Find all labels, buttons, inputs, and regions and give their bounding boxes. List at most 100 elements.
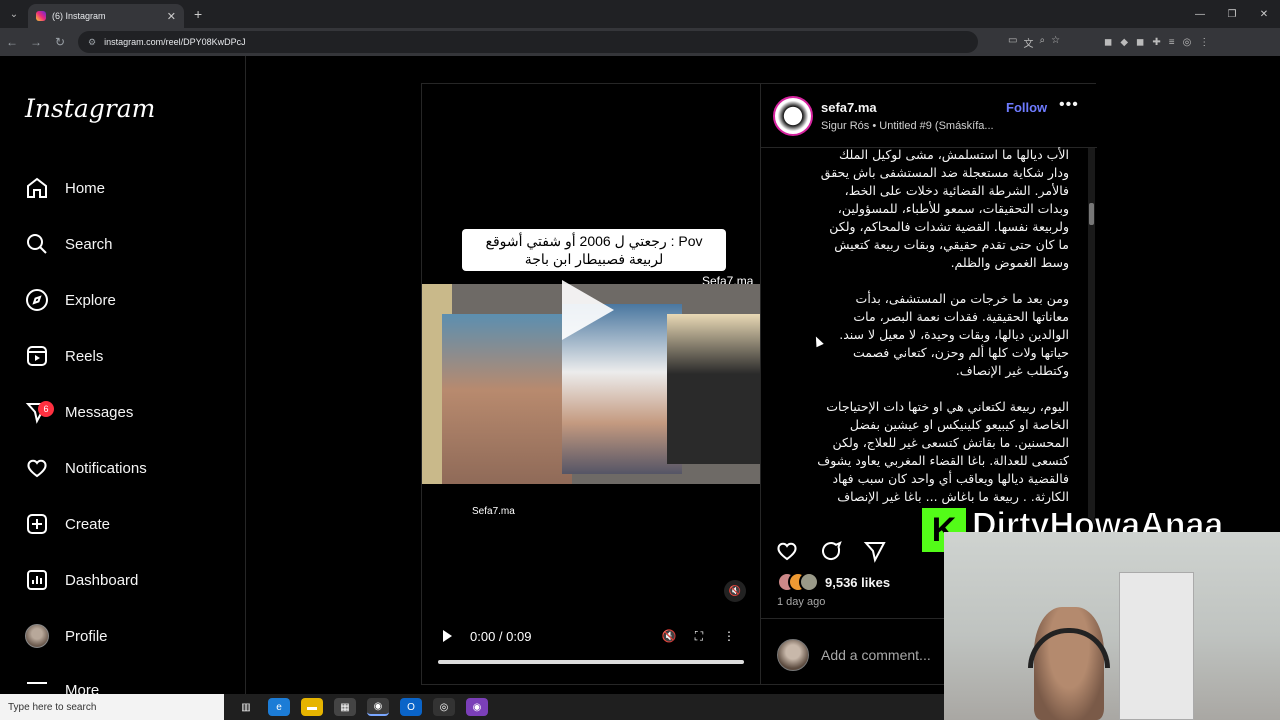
- scrollbar-thumb[interactable]: [1089, 203, 1094, 225]
- instagram-favicon-icon: [36, 11, 46, 21]
- browser-tab[interactable]: (6) Instagram ✕: [28, 4, 184, 28]
- plus-square-icon: [24, 511, 50, 537]
- follow-button[interactable]: Follow: [1006, 100, 1047, 115]
- overlay-line: لربيعة فصبيطار ابن باجة: [524, 251, 664, 267]
- post-actions: [775, 539, 887, 568]
- caption-scrollbar[interactable]: [1088, 148, 1095, 524]
- file-explorer-icon[interactable]: ▬: [301, 698, 323, 716]
- author-avatar[interactable]: [773, 96, 813, 136]
- browser-toolbar: ← → ↻ ⚙ instagram.com/reel/DPY08KwDPcJ ▭…: [0, 28, 1280, 56]
- reload-icon[interactable]: ↻: [48, 35, 72, 49]
- likes-summary[interactable]: 9,536 likes: [777, 572, 890, 592]
- tab-title: (6) Instagram: [52, 11, 106, 21]
- messages-badge: 6: [38, 401, 54, 417]
- site-info-icon[interactable]: ⚙: [88, 37, 96, 48]
- profile-icon[interactable]: ◎: [1183, 37, 1192, 48]
- edge-icon[interactable]: e: [268, 698, 290, 716]
- reading-list-icon[interactable]: ≡: [1169, 37, 1175, 48]
- caption-paragraph: ومن بعد ما خرجات من المستشفى، بدأت معانا…: [839, 291, 1069, 378]
- browser-tab-bar: ⌄ (6) Instagram ✕ + — ❐ ✕: [0, 0, 1280, 28]
- photo: [667, 314, 760, 464]
- nav-notifications[interactable]: Notifications: [24, 448, 147, 488]
- messenger-icon: 6: [24, 399, 54, 425]
- nav-label: Home: [65, 179, 106, 197]
- likes-count: 9,536 likes: [825, 574, 891, 590]
- comment-input[interactable]: Add a comment...: [821, 647, 931, 663]
- forward-icon[interactable]: →: [24, 35, 48, 49]
- audio-track[interactable]: Sigur Rós • Untitled #9 (Smáskífa...: [821, 120, 994, 132]
- minimize-icon[interactable]: —: [1184, 0, 1216, 28]
- compass-icon: [24, 287, 50, 313]
- overlay-line: رجعتي ل 2006 أو شفتي أشوقع : Pov: [485, 233, 703, 249]
- taskbar-search-text: Type here to search: [8, 701, 97, 713]
- nav-reels[interactable]: Reels: [24, 336, 103, 376]
- restore-icon[interactable]: ❐: [1216, 0, 1248, 28]
- back-icon[interactable]: ←: [0, 35, 24, 49]
- menu-dots-icon[interactable]: ⋮: [1199, 37, 1209, 48]
- extensions-puzzle-icon[interactable]: ✚: [1152, 37, 1160, 48]
- author-username[interactable]: sefa7.ma: [821, 100, 877, 115]
- extension-icon[interactable]: ◼: [1104, 37, 1112, 48]
- windows-taskbar: Type here to search ▥ e ▬ ▦ ◉ O ◎ ◉: [0, 694, 944, 720]
- nav-dashboard[interactable]: Dashboard: [24, 560, 138, 600]
- close-window-icon[interactable]: ✕: [1248, 0, 1280, 28]
- outlook-icon[interactable]: O: [400, 698, 422, 716]
- tab-search-icon[interactable]: ⌄: [0, 0, 28, 28]
- store-icon[interactable]: ▦: [334, 698, 356, 716]
- play-icon[interactable]: [443, 630, 452, 642]
- url-text: instagram.com/reel/DPY08KwDPcJ: [104, 37, 246, 47]
- app-icon[interactable]: ◉: [466, 698, 488, 716]
- obs-icon[interactable]: ◎: [433, 698, 455, 716]
- nav-label: Profile: [65, 627, 108, 645]
- share-icon[interactable]: [863, 539, 887, 568]
- nav-label: Search: [65, 235, 113, 253]
- nav-home[interactable]: Home: [24, 168, 105, 208]
- task-view-icon[interactable]: ▥: [235, 698, 257, 716]
- nav-search[interactable]: Search: [24, 224, 113, 264]
- zoom-icon[interactable]: ⌕: [1039, 35, 1045, 50]
- post-header: sefa7.ma Follow ••• Sigur Rós • Untitled…: [761, 84, 1097, 148]
- like-heart-icon[interactable]: [775, 539, 799, 568]
- video-player[interactable]: رجعتي ل 2006 أو شفتي أشوقع : Pov لربيعة …: [422, 84, 760, 684]
- install-icon[interactable]: ▭: [1008, 35, 1017, 50]
- fullscreen-icon[interactable]: ⛶: [684, 629, 714, 644]
- chart-icon: [24, 567, 50, 593]
- muted-icon[interactable]: 🔇: [724, 580, 746, 602]
- address-bar[interactable]: ⚙ instagram.com/reel/DPY08KwDPcJ: [78, 31, 978, 53]
- mute-toggle-icon[interactable]: 🔇: [654, 629, 684, 643]
- reels-icon: [24, 343, 50, 369]
- comment-icon[interactable]: [819, 539, 843, 568]
- nav-label: Create: [65, 515, 111, 533]
- more-options-icon[interactable]: •••: [1059, 96, 1079, 114]
- chrome-icon[interactable]: ◉: [367, 698, 389, 716]
- translate-icon[interactable]: 文: [1023, 35, 1033, 50]
- nav-label: Notifications: [65, 459, 147, 477]
- nav-profile[interactable]: Profile: [24, 616, 108, 656]
- nav-messages[interactable]: 6 Messages: [24, 392, 133, 432]
- video-time: 0:00 / 0:09: [470, 628, 532, 644]
- play-overlay-icon[interactable]: [562, 280, 614, 340]
- photo: [442, 314, 572, 484]
- bookmark-star-icon[interactable]: ☆: [1051, 35, 1060, 50]
- extension-icon[interactable]: ◆: [1120, 37, 1128, 48]
- liker-avatars: [777, 572, 819, 592]
- video-controls: 0:00 / 0:09 🔇 ⛶ ⋮: [438, 624, 744, 648]
- taskbar-search[interactable]: Type here to search: [0, 694, 224, 720]
- more-menu-icon[interactable]: [27, 682, 47, 694]
- instagram-logo[interactable]: Instagram: [25, 94, 155, 123]
- post-timestamp: 1 day ago: [777, 596, 826, 608]
- search-icon: [24, 231, 50, 257]
- nav-label: Explore: [65, 291, 116, 309]
- nav-create[interactable]: Create: [24, 504, 110, 544]
- avatar: [777, 639, 809, 671]
- extension-icon[interactable]: ◼: [1136, 37, 1144, 48]
- new-tab-icon[interactable]: +: [194, 6, 202, 22]
- video-progress-bar[interactable]: [438, 660, 744, 664]
- nav-label: Messages: [65, 403, 134, 421]
- more-options-icon[interactable]: ⋮: [714, 629, 744, 643]
- post-caption: الأب ديالها ما استسلمش، مشى لوكيل الملك …: [817, 146, 1069, 522]
- tab-close-icon[interactable]: ✕: [167, 10, 176, 23]
- heart-icon: [24, 455, 50, 481]
- nav-explore[interactable]: Explore: [24, 280, 116, 320]
- omnibox-icons: ▭ 文 ⌕ ☆: [1008, 35, 1060, 50]
